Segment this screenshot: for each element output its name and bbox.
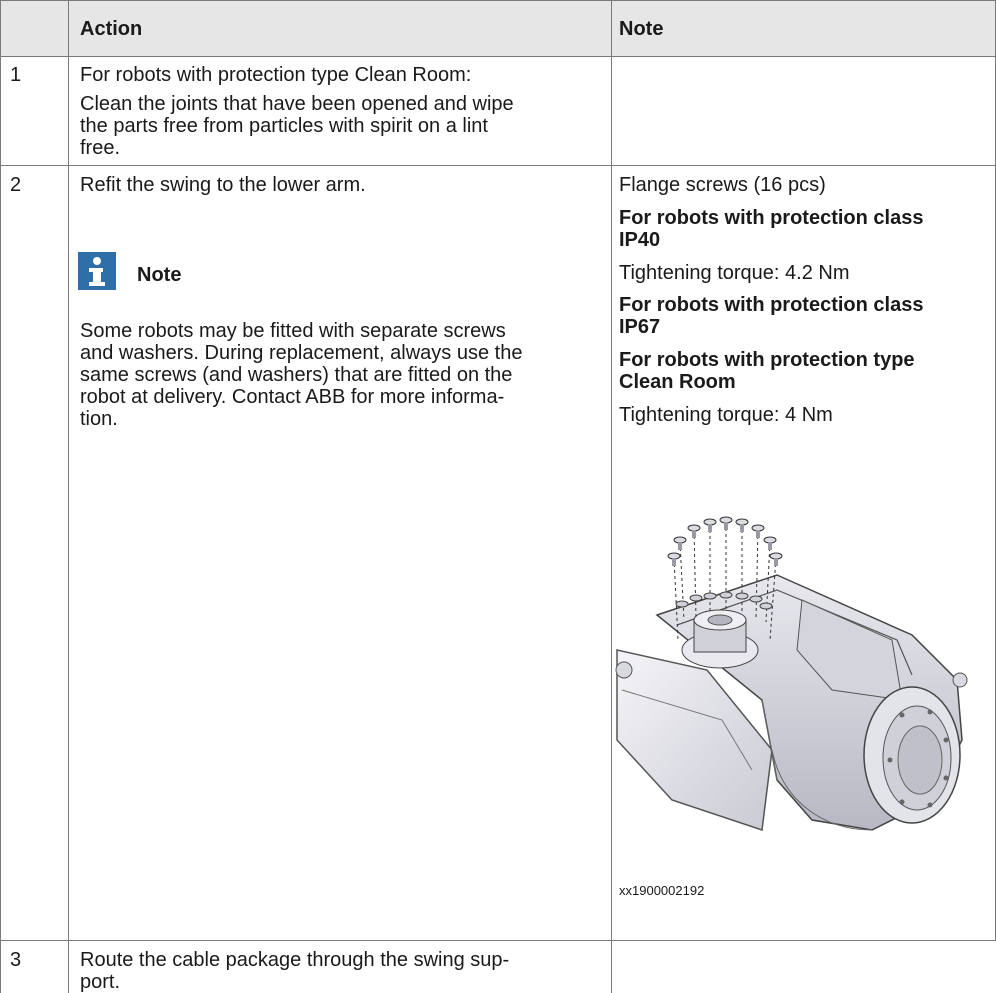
note-line-4: Tightening torque: 4.2 Nm [619,262,850,284]
note-line-5: For robots with protection class [619,294,924,316]
table-left-border [0,0,1,993]
header-note: Note [619,18,664,40]
row1-action-line-1: For robots with protection type Clean Ro… [80,64,472,86]
swing-flange-screws-illustration [615,516,968,832]
note-line-2: For robots with protection class [619,207,924,229]
note-line-6: IP67 [619,316,661,338]
row2-note-text-line-2: and washers. During replacement, always … [80,342,523,364]
row1-action-line-2: Clean the joints that have been opened a… [80,93,514,115]
header-divider [0,56,996,57]
col-divider-step [68,0,69,993]
step-number-2: 2 [10,174,22,196]
note-line-7: For robots with protection type [619,349,915,371]
step-number-1: 1 [10,64,22,86]
row2-note-text-line-3: same screws (and washers) that are fitte… [80,364,513,386]
table-top-border [0,0,996,1]
header-action: Action [80,18,143,40]
row2-note-text-line-5: tion. [80,408,118,430]
note-line-8: Clean Room [619,371,736,393]
row3-action-line-2: port. [80,971,121,993]
row2-note-text-line-1: Some robots may be fitted with separate … [80,320,506,342]
info-icon [78,252,116,290]
row-divider-1 [0,165,996,166]
note-line-3: IP40 [619,229,661,251]
table-header-row [0,0,996,56]
note-line-1: Flange screws (16 pcs) [619,174,826,196]
row1-action-line-3: the parts free from particles with spiri… [80,115,488,137]
row3-action-line-1: Route the cable package through the swin… [80,949,510,971]
row1-action-line-4: free. [80,137,121,159]
note-line-9: Tightening torque: 4 Nm [619,404,833,426]
figure-caption: xx1900002192 [619,883,705,898]
row2-note-text-line-4: robot at delivery. Contact ABB for more … [80,386,505,408]
row-divider-2 [0,940,996,941]
note-box-title: Note [137,264,182,286]
step-number-3: 3 [10,949,22,971]
row2-action-line-1: Refit the swing to the lower arm. [80,174,366,196]
